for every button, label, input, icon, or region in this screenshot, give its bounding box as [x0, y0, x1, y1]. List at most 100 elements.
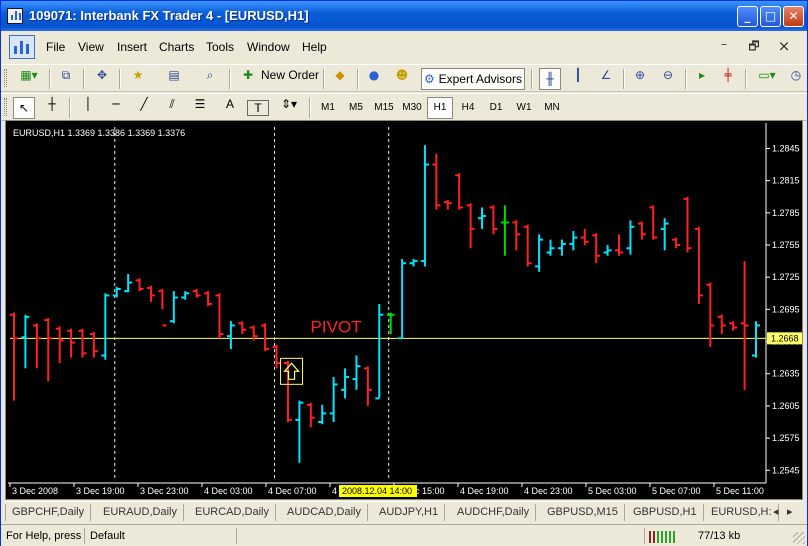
- mt4-window: 109071: Interbank FX Trader 4 - [EURUSD,…: [0, 0, 808, 546]
- tab-euraud-daily[interactable]: EURAUD,Daily: [97, 504, 184, 521]
- menu-bar: File View Insert Charts Tools Window Hel…: [1, 31, 807, 63]
- chart-window[interactable]: EURUSD,H1 1.3369 1.3386 1.3369 1.3376 PI…: [5, 120, 803, 500]
- menu-file[interactable]: File: [46, 40, 65, 54]
- y-tick-label: 1.2785: [772, 208, 800, 218]
- menu-window[interactable]: Window: [247, 40, 290, 54]
- connection-status-icon: [649, 529, 689, 543]
- timeframe-h4[interactable]: H4: [455, 97, 481, 119]
- resize-grip[interactable]: [793, 532, 805, 544]
- zoom-in-icon[interactable]: ⊕: [629, 68, 651, 90]
- x-tick-label: 4 Dec 03:00: [204, 486, 253, 496]
- pivot-price-label: 1.2668: [771, 333, 799, 343]
- tab-gbpchf-daily[interactable]: GBPCHF,Daily: [5, 504, 92, 521]
- menu-insert[interactable]: Insert: [117, 40, 147, 54]
- price-chart[interactable]: EURUSD,H1 1.3369 1.3386 1.3369 1.3376 PI…: [6, 121, 802, 499]
- menu-view[interactable]: View: [78, 40, 104, 54]
- status-profile[interactable]: Default: [87, 528, 237, 544]
- timeframe-m5[interactable]: M5: [343, 97, 369, 119]
- history-icon[interactable]: ⌕: [199, 68, 221, 90]
- line-chart-icon[interactable]: ∠: [595, 68, 617, 90]
- horizontal-line-icon[interactable]: ─: [105, 97, 127, 119]
- trendline-icon[interactable]: ╱: [133, 97, 155, 119]
- y-tick-label: 1.2725: [772, 272, 800, 282]
- timeframe-h1[interactable]: H1: [427, 97, 453, 119]
- crosshair-cursor-icon[interactable]: ✥: [91, 68, 113, 90]
- x-tick-label: 4 Dec 19:00: [460, 486, 509, 496]
- y-tick-label: 1.2575: [772, 433, 800, 443]
- tab-scroll-left-button[interactable]: ◂: [771, 504, 781, 521]
- timeframe-w1[interactable]: W1: [511, 97, 537, 119]
- new-order-button[interactable]: New Order: [257, 68, 323, 90]
- timeframe-d1[interactable]: D1: [483, 97, 509, 119]
- text-icon[interactable]: A: [219, 97, 241, 119]
- cursor-icon[interactable]: ↖: [13, 97, 35, 119]
- profiles-icon[interactable]: ⧉: [55, 68, 77, 90]
- tab-gbpusd-h1[interactable]: GBPUSD,H1: [627, 504, 704, 521]
- chart-shift-icon[interactable]: ▸: [691, 68, 713, 90]
- bar-chart-icon[interactable]: ╫: [539, 68, 561, 90]
- chart-header-label: EURUSD,H1 1.3369 1.3386 1.3369 1.3376: [13, 128, 185, 138]
- periods-icon[interactable]: ◷: [785, 68, 807, 90]
- tab-audchf-daily[interactable]: AUDCHF,Daily: [451, 504, 537, 521]
- mdi-close-button[interactable]: ×: [773, 37, 795, 57]
- x-tick-label: 3 Dec 2008: [12, 486, 58, 496]
- chart-tabs: GBPCHF,Daily EURAUD,Daily EURCAD,Daily A…: [5, 501, 803, 523]
- menu-help[interactable]: Help: [302, 40, 327, 54]
- new-chart-icon[interactable]: ▦▾: [13, 68, 45, 90]
- tab-scroll-right-button[interactable]: ▸: [785, 504, 795, 521]
- crosshair-icon[interactable]: ┼: [41, 97, 63, 119]
- maximize-button[interactable]: □: [760, 6, 781, 27]
- title-bar[interactable]: 109071: Interbank FX Trader 4 - [EURUSD,…: [1, 1, 807, 31]
- vertical-line-icon[interactable]: │: [77, 97, 99, 119]
- drawing-toolbar: ↖ ┼ │ ─ ╱ ⫽ ☰ A T ⇕▾ M1 M5 M15 M30 H1 H4…: [1, 93, 807, 121]
- tab-audjpy-h1[interactable]: AUDJPY,H1: [373, 504, 446, 521]
- indicators-icon[interactable]: ▭▾: [753, 68, 781, 90]
- equidistant-channel-icon[interactable]: ⫽: [161, 97, 183, 119]
- new-order-icon[interactable]: ✚: [237, 68, 259, 90]
- text-label-icon[interactable]: T: [247, 100, 269, 116]
- alert-icon[interactable]: ◆: [329, 68, 351, 90]
- drawing-toolbar-grip[interactable]: [4, 98, 7, 116]
- timeframe-m30[interactable]: M30: [399, 97, 425, 119]
- menu-charts[interactable]: Charts: [159, 40, 194, 54]
- y-tick-label: 1.2635: [772, 369, 800, 379]
- toolbar-grip[interactable]: [4, 69, 7, 87]
- timeframe-mn[interactable]: MN: [539, 97, 565, 119]
- arrows-icon[interactable]: ⇕▾: [275, 97, 303, 119]
- x-tick-label: 5 Dec 03:00: [588, 486, 637, 496]
- status-traffic: 77/13 kb: [698, 530, 741, 542]
- y-tick-label: 1.2845: [772, 143, 800, 153]
- expert-advisors-icon: ⚙: [424, 72, 435, 86]
- chart-plot-area[interactable]: [8, 123, 766, 483]
- time-highlight-label: 2008.12.04 14:00: [342, 486, 412, 496]
- favorites-icon[interactable]: ★: [127, 68, 149, 90]
- candlestick-icon[interactable]: ┃: [567, 68, 589, 90]
- status-help-text: For Help, press: [3, 528, 85, 544]
- y-tick-label: 1.2815: [772, 176, 800, 186]
- chart-window-icon[interactable]: [9, 35, 35, 59]
- expert-advisors-toggle[interactable]: ⚙ Expert Advisors: [421, 68, 525, 90]
- metaquotes-icon[interactable]: ●: [363, 68, 385, 90]
- mdi-restore-button[interactable]: 🗗: [743, 37, 765, 57]
- timeframe-m15[interactable]: M15: [371, 97, 397, 119]
- close-button[interactable]: ✕: [783, 6, 804, 27]
- autoscroll-icon[interactable]: ╪: [717, 68, 739, 90]
- fibonacci-icon[interactable]: ☰: [189, 97, 211, 119]
- timeframe-m1[interactable]: M1: [315, 97, 341, 119]
- y-tick-label: 1.2755: [772, 240, 800, 250]
- x-tick-label: 4 Dec 23:00: [524, 486, 573, 496]
- minimize-button[interactable]: _: [737, 6, 758, 27]
- zoom-out-icon[interactable]: ⊖: [657, 68, 679, 90]
- experts-icon[interactable]: ☻: [391, 68, 413, 90]
- market-watch-icon[interactable]: ▤: [163, 68, 185, 90]
- tab-eurcad-daily[interactable]: EURCAD,Daily: [189, 504, 276, 521]
- tab-gbpusd-m15[interactable]: GBPUSD,M15: [541, 504, 625, 521]
- window-title: 109071: Interbank FX Trader 4 - [EURUSD,…: [29, 8, 309, 23]
- mdi-minimize-button[interactable]: –: [713, 37, 735, 57]
- menu-tools[interactable]: Tools: [206, 40, 234, 54]
- tab-eurusd-h1[interactable]: EURUSD,H:: [705, 504, 779, 521]
- tab-audcad-daily[interactable]: AUDCAD,Daily: [281, 504, 368, 521]
- x-tick-label: 3 Dec 23:00: [140, 486, 189, 496]
- x-tick-label: 5 Dec 07:00: [652, 486, 701, 496]
- pivot-label: PIVOT: [311, 317, 362, 336]
